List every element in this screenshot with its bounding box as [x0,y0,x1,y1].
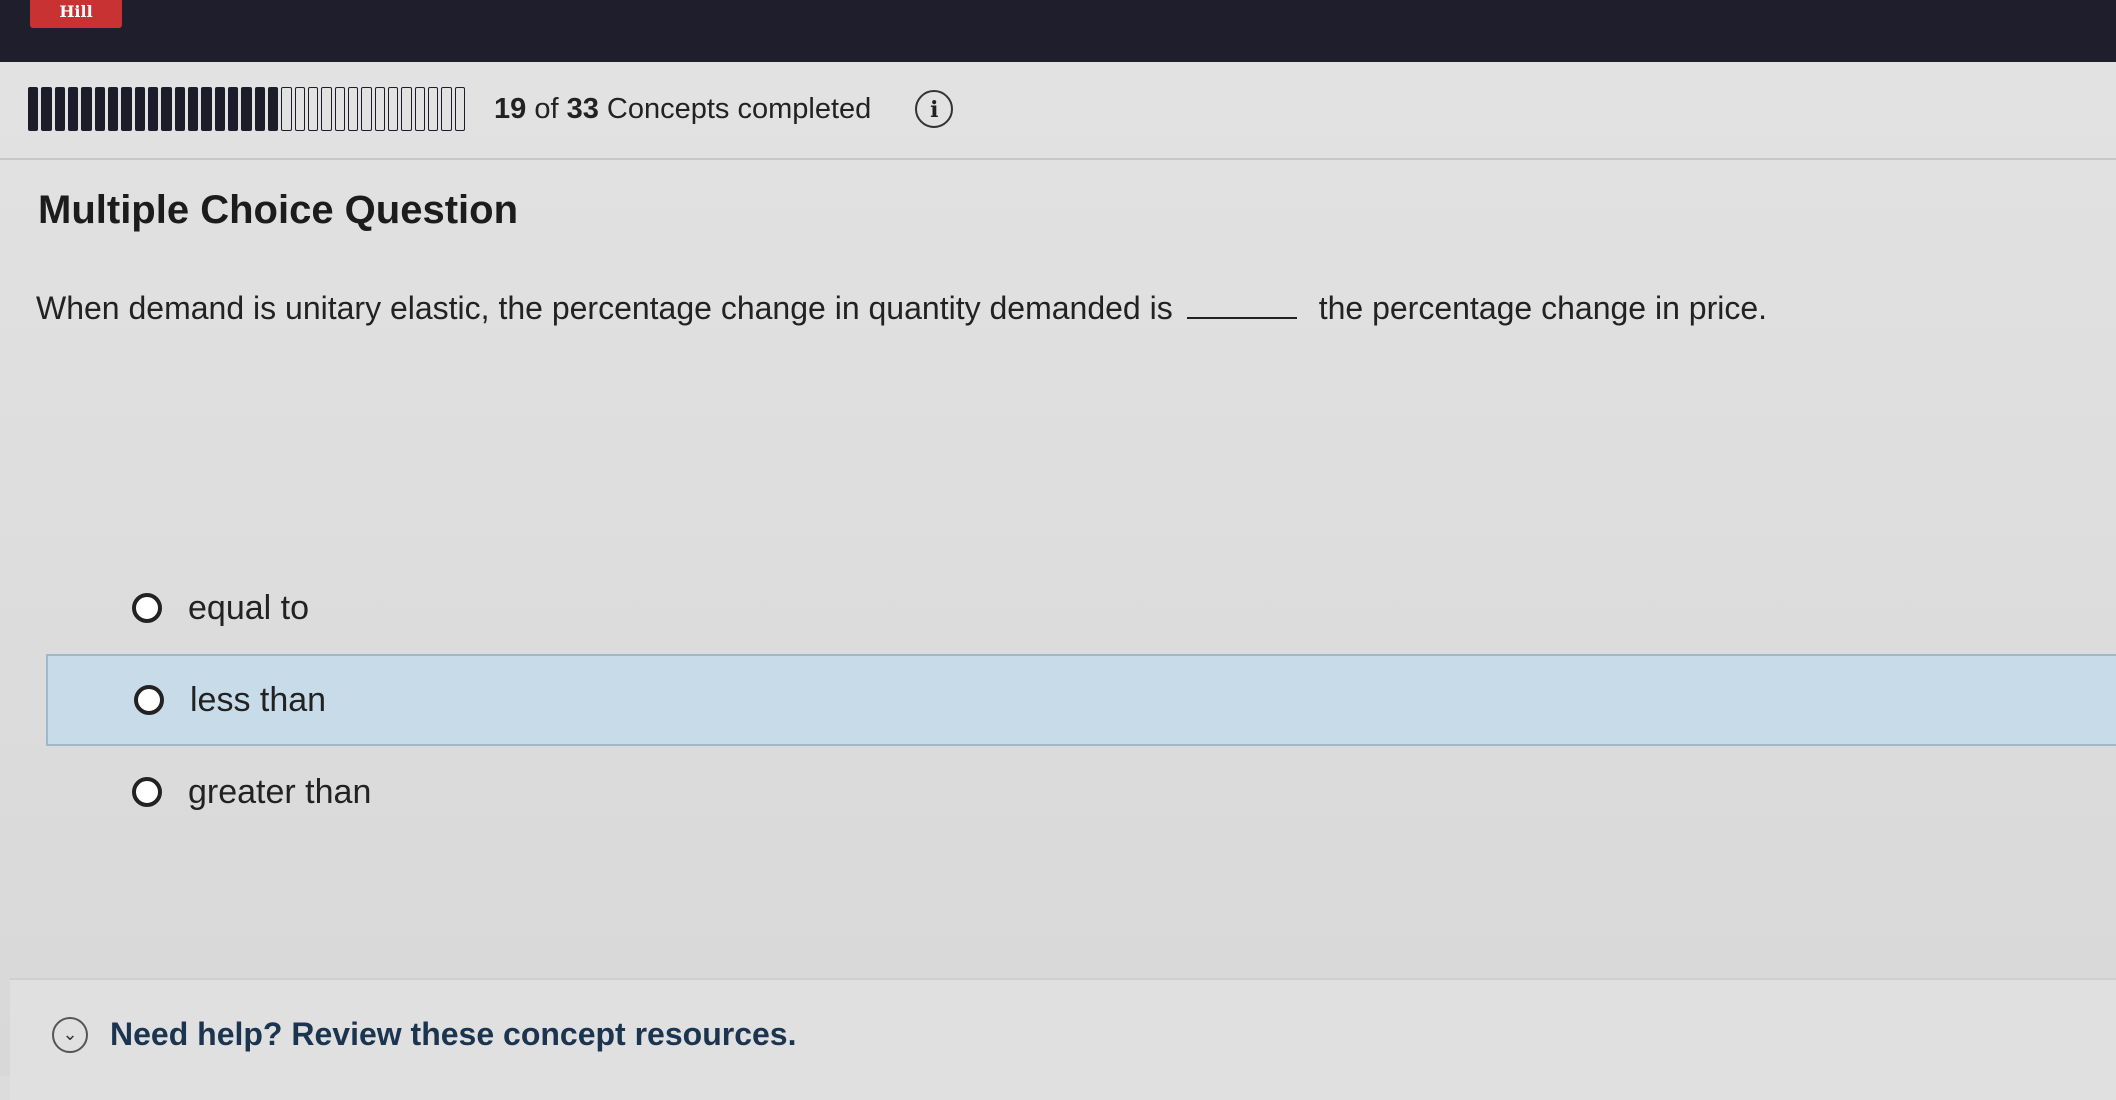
progress-segment-complete [67,87,79,131]
progress-segment-complete [161,87,172,131]
progress-segment-complete [121,87,132,131]
progress-segment-complete [41,87,52,131]
progress-segment-incomplete [307,87,319,131]
progress-segment-incomplete [441,87,452,131]
radio-button[interactable] [132,777,162,807]
option-less-than[interactable]: less than [46,654,2116,746]
progress-segment-complete [134,87,145,131]
progress-bar [28,87,468,131]
option-label: equal to [188,588,309,627]
question-text-before: When demand is unitary elastic, the perc… [36,290,1173,326]
chevron-down-icon[interactable]: ⌄ [52,1016,88,1053]
progress-segment-complete [94,87,105,131]
progress-segment-complete [187,87,199,131]
progress-segment-incomplete [294,87,305,131]
question-text-after: the percentage change in price. [1318,290,1768,326]
question-type-heading: Multiple Choice Question [38,188,519,232]
progress-segment-complete [214,87,225,131]
progress-segment-incomplete [321,87,332,131]
question-prompt: When demand is unitary elastic, the perc… [36,290,1767,327]
help-link[interactable]: Need help? Review these concept resource… [110,1016,796,1053]
progress-segment-complete [267,87,279,131]
divider [0,158,2116,160]
help-toggle[interactable]: ⌄ Need help? Review these concept resour… [52,1016,796,1053]
progress-segment-complete [147,87,159,131]
progress-segment-incomplete [374,87,385,131]
progress-segment-complete [81,87,92,131]
progress-segment-incomplete [347,87,359,131]
progress-segment-complete [227,87,239,131]
option-greater-than[interactable]: greater than [46,746,2116,838]
radio-button[interactable] [134,685,164,715]
progress-segment-incomplete [387,87,399,131]
progress-row: 19 of 33 Concepts completed i [28,84,954,134]
progress-segment-incomplete [281,87,292,131]
info-icon[interactable]: i [915,90,954,128]
radio-button[interactable] [132,593,162,623]
progress-segment-complete [174,87,185,131]
answer-options: equal to less than greater than [46,562,2116,838]
progress-total: 33 [566,92,599,125]
option-equal-to[interactable]: equal to [46,562,2116,654]
option-label: less than [190,680,327,719]
progress-segment-complete [201,87,212,131]
top-bar: Hill [0,0,2116,62]
progress-segment-incomplete [427,87,439,131]
progress-label: Concepts completed [606,92,872,125]
progress-segment-complete [241,87,252,131]
progress-segment-complete [54,87,65,131]
answer-blank [1186,317,1297,319]
progress-segment-incomplete [414,87,425,131]
progress-of: of [534,92,559,125]
progress-segment-incomplete [401,87,412,131]
progress-segment-incomplete [454,87,465,131]
progress-segment-complete [254,87,265,131]
option-label: greater than [188,772,372,811]
brand-logo: Hill [30,0,122,28]
help-panel: ⌄ Need help? Review these concept resour… [10,978,2116,1100]
progress-completed: 19 [494,92,527,125]
progress-segment-complete [28,87,39,131]
progress-segment-incomplete [361,87,372,131]
question-page: 19 of 33 Concepts completed i Multiple C… [0,62,2116,1100]
progress-segment-complete [107,87,119,131]
progress-segment-incomplete [334,87,345,131]
progress-text: 19 of 33 Concepts completed [494,93,871,126]
